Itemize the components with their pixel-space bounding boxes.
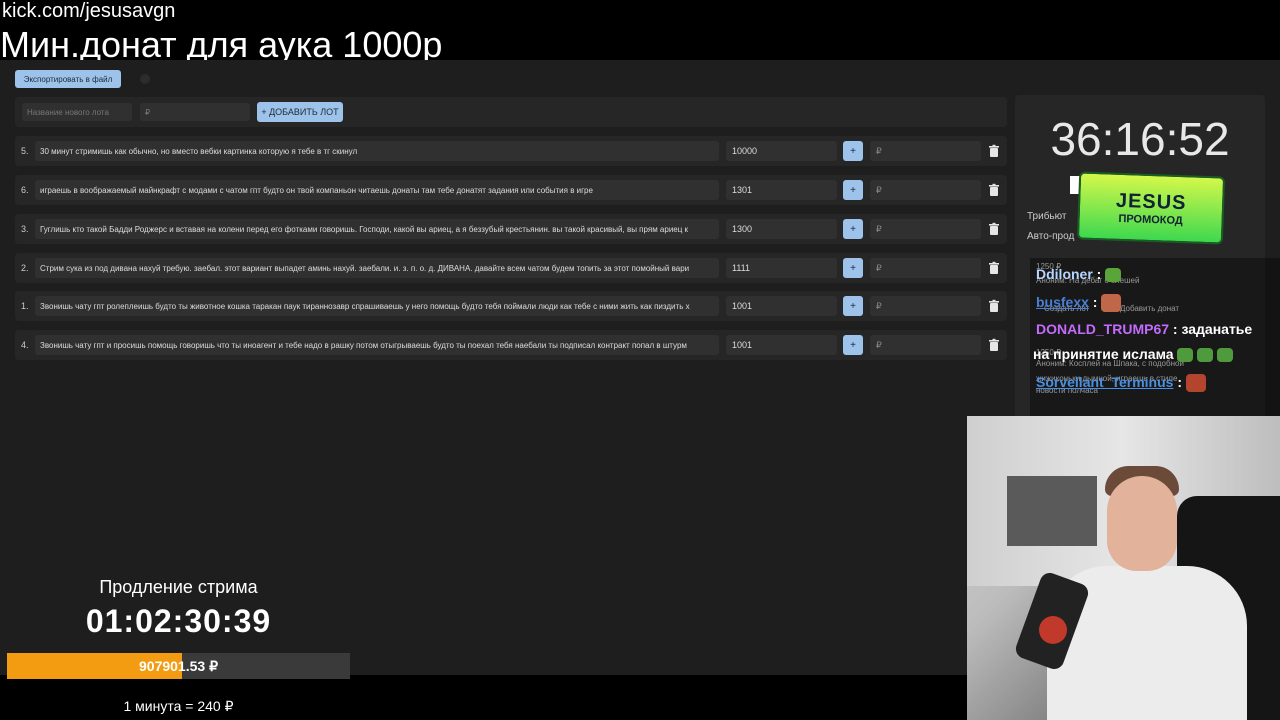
trash-icon[interactable] xyxy=(987,222,1001,236)
status-dot xyxy=(140,74,150,84)
lot-add-amount-field[interactable]: ₽ xyxy=(870,258,981,278)
add-lot-button[interactable]: + ДОБАВИТЬ ЛОТ xyxy=(257,102,343,122)
new-lot-amount-input[interactable]: ₽ xyxy=(140,103,250,121)
lot-amount-field[interactable]: 10000 xyxy=(726,141,837,161)
webcam-shelf xyxy=(1007,476,1097,546)
emote-icon xyxy=(1197,348,1214,363)
lot-add-amount-field[interactable]: ₽ xyxy=(870,335,981,355)
lot-number: 6. xyxy=(21,185,29,195)
lot-row: 5. 30 минут стримишь как обычно, но вмес… xyxy=(15,136,1007,166)
lot-number: 1. xyxy=(21,301,29,311)
lot-row: 3. Гуглишь кто такой Бадди Роджерс и вст… xyxy=(15,214,1007,244)
lot-row: 4. Звонишь чату гпт и просишь помощь гов… xyxy=(15,330,1007,360)
extension-timer: 01:02:30:39 xyxy=(85,603,272,639)
chat-text: заданатье xyxy=(1177,321,1253,337)
lot-amount-field[interactable]: 1301 xyxy=(726,180,837,200)
emote-icon xyxy=(1217,348,1234,363)
chat-text: на принятие ислама xyxy=(1033,346,1174,362)
chat-message: busfexx : xyxy=(1036,294,1122,313)
chat-separator: : xyxy=(1088,294,1098,310)
promo-badge: JESUS ПРОМОКОД xyxy=(1076,171,1226,245)
streamer-head xyxy=(1107,476,1177,571)
promo-brand: JESUS xyxy=(1115,189,1187,214)
trash-icon[interactable] xyxy=(987,144,1001,158)
lot-row: 2. Стрим сука из под дивана нахуй требую… xyxy=(15,253,1007,283)
plus-icon[interactable]: + xyxy=(843,335,863,355)
lot-name-field[interactable]: Гуглишь кто такой Бадди Роджерс и встава… xyxy=(35,219,719,239)
extension-label: Продление стрима xyxy=(99,577,258,597)
lot-name-field[interactable]: играешь в воображаемый майнкрафт с модам… xyxy=(35,180,719,200)
chat-message: на принятие ислама xyxy=(1033,346,1234,363)
lot-amount-field[interactable]: 1300 xyxy=(726,219,837,239)
chat-username[interactable]: DONALD_TRUMP67 xyxy=(1036,321,1169,337)
lot-amount-field[interactable]: 1001 xyxy=(726,296,837,316)
tribute-label: Трибьют xyxy=(1027,211,1067,222)
lot-name-field[interactable]: Звонишь чату гпт ролеплеишь будто ты жив… xyxy=(35,296,719,316)
plus-icon[interactable]: + xyxy=(843,258,863,278)
lot-amount-field[interactable]: 1111 xyxy=(726,258,837,278)
lot-row: 1. Звонишь чату гпт ролеплеишь будто ты … xyxy=(15,291,1007,321)
emote-icon xyxy=(1105,268,1122,283)
trash-icon[interactable] xyxy=(987,299,1001,313)
chat-separator: : xyxy=(1092,266,1102,282)
emote-icon xyxy=(1177,348,1194,363)
auto-extend-label: Авто-прод xyxy=(1027,231,1075,242)
emote-icon xyxy=(1185,374,1206,393)
chat-message: Sorvellant_Terminus : xyxy=(1036,374,1206,393)
chat-message: Ddiloner : xyxy=(1036,266,1122,283)
chat-separator: : xyxy=(1169,321,1178,337)
lot-amount-field[interactable]: 1001 xyxy=(726,335,837,355)
lot-number: 3. xyxy=(21,224,29,234)
underlying-text: Добавить донат xyxy=(1120,304,1180,313)
chat-message: DONALD_TRUMP67 : заданатье xyxy=(1036,321,1252,337)
trash-icon[interactable] xyxy=(987,338,1001,352)
emote-icon xyxy=(1101,294,1122,313)
plus-icon[interactable]: + xyxy=(843,141,863,161)
lot-number: 2. xyxy=(21,263,29,273)
promo-label: ПРОМОКОД xyxy=(1118,212,1183,227)
trash-icon[interactable] xyxy=(987,183,1001,197)
new-lot-name-input[interactable]: Название нового лота xyxy=(22,103,132,121)
lot-add-amount-field[interactable]: ₽ xyxy=(870,180,981,200)
lot-number: 4. xyxy=(21,340,29,350)
stream-url: kick.com/jesusavgn xyxy=(2,0,176,22)
chat-separator: : xyxy=(1173,374,1183,390)
donation-amount: 907901.53 ₽ xyxy=(139,658,218,674)
lot-add-amount-field[interactable]: ₽ xyxy=(870,296,981,316)
lot-add-amount-field[interactable]: ₽ xyxy=(870,141,981,161)
mic-badge xyxy=(1039,616,1067,644)
lot-add-amount-field[interactable]: ₽ xyxy=(870,219,981,239)
lot-row: 6. играешь в воображаемый майнкрафт с мо… xyxy=(15,175,1007,205)
plus-icon[interactable]: + xyxy=(843,219,863,239)
lot-number: 5. xyxy=(21,146,29,156)
plus-icon[interactable]: + xyxy=(843,296,863,316)
lot-name-field[interactable]: Стрим сука из под дивана нахуй требую. з… xyxy=(35,258,719,278)
lot-name-field[interactable]: 30 минут стримишь как обычно, но вместо … xyxy=(35,141,719,161)
chat-username[interactable]: Sorvellant_Terminus xyxy=(1036,374,1173,390)
trash-icon[interactable] xyxy=(987,261,1001,275)
chat-username[interactable]: Ddiloner xyxy=(1036,266,1093,282)
plus-icon[interactable]: + xyxy=(843,180,863,200)
auction-timer: 36:16:52 xyxy=(1050,113,1230,165)
lot-name-field[interactable]: Звонишь чату гпт и просишь помощь говори… xyxy=(35,335,719,355)
donation-progress-bar: 907901.53 ₽ xyxy=(7,653,350,679)
webcam-feed xyxy=(967,416,1280,720)
chat-username[interactable]: busfexx xyxy=(1036,294,1089,310)
extension-rate: 1 минута = 240 ₽ xyxy=(123,698,234,714)
export-button[interactable]: Экспортировать в файл xyxy=(15,70,121,88)
